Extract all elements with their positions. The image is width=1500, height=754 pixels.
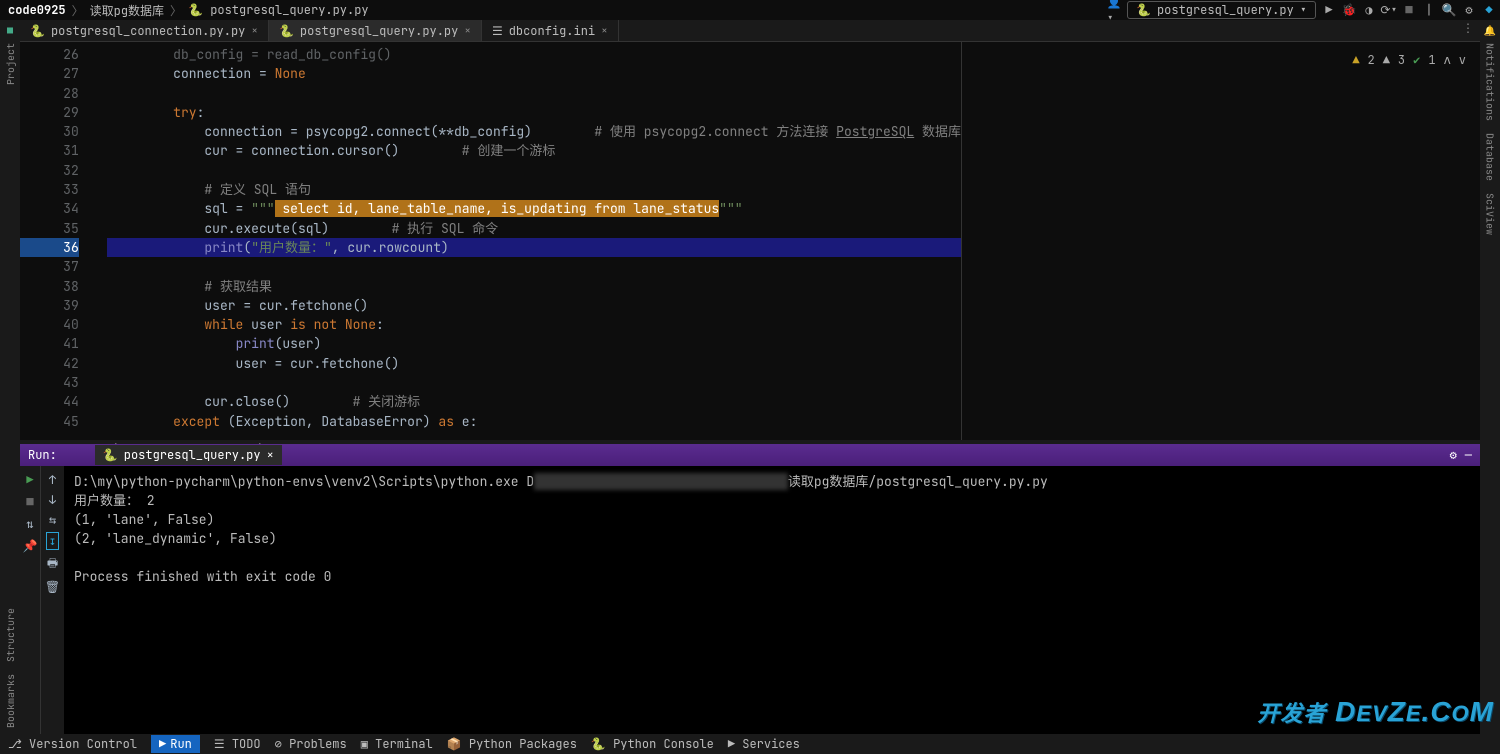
python-icon: 🐍 bbox=[1136, 2, 1151, 18]
ini-icon: ☰ bbox=[492, 23, 503, 39]
run-button[interactable]: ▶ bbox=[1322, 3, 1336, 17]
soft-wrap-icon[interactable]: ⇆ bbox=[49, 512, 56, 528]
project-icon[interactable]: ■ bbox=[7, 24, 13, 37]
label: Python Packages bbox=[469, 736, 577, 752]
sciview-tool[interactable]: SciView bbox=[1484, 193, 1497, 235]
settings-icon[interactable]: ⚙ bbox=[1462, 3, 1476, 17]
navigation-bar: code0925 〉 读取pg数据库 〉 🐍 postgresql_query.… bbox=[0, 0, 1500, 20]
watermark: 开发者 DEVZE.COM bbox=[1257, 696, 1494, 728]
down-icon[interactable]: ↓ bbox=[49, 492, 56, 508]
divider: | bbox=[1422, 3, 1436, 17]
trash-icon[interactable]: 🗑 bbox=[45, 579, 60, 595]
chevron-icon: 〉 bbox=[168, 2, 184, 19]
run-tab-label: postgresql_query.py bbox=[124, 447, 261, 463]
close-icon[interactable]: × bbox=[464, 24, 471, 38]
notifications-tool[interactable]: Notifications bbox=[1484, 43, 1497, 121]
close-icon[interactable]: × bbox=[601, 24, 608, 38]
warning-icon: ▲ bbox=[1352, 52, 1359, 68]
crumb-folder[interactable]: 读取pg数据库 bbox=[86, 2, 168, 19]
debug-button[interactable]: 🐞 bbox=[1342, 3, 1356, 17]
chevron-up-icon[interactable]: ʌ bbox=[1444, 52, 1451, 68]
stop-button[interactable]: ■ bbox=[1402, 3, 1416, 17]
tab-overflow-icon[interactable]: ⋮ bbox=[1456, 20, 1480, 41]
tab-postgresql-query[interactable]: 🐍 postgresql_query.py.py × bbox=[269, 20, 482, 41]
up-icon[interactable]: ↑ bbox=[49, 472, 56, 488]
coverage-button[interactable]: ◑ bbox=[1362, 3, 1376, 17]
run-tool-window: Run: 🐍 postgresql_query.py × ⚙ — ▶ ■ ⇅ 📌… bbox=[20, 444, 1480, 734]
code-area[interactable]: db_config = read_db_config() connection … bbox=[107, 42, 961, 440]
run-tool[interactable]: ▶ Run bbox=[151, 735, 200, 753]
scroll-to-end-icon[interactable]: ↧ bbox=[46, 532, 59, 550]
status-bar: ⎇ Version Control ▶ Run ☰ TODO ⊘ Problem… bbox=[0, 734, 1500, 754]
tab-label: postgresql_connection.py.py bbox=[51, 23, 245, 39]
inspections-widget[interactable]: ▲ 2 ▲ 3 ✔ 1 ʌ v bbox=[1352, 52, 1466, 68]
tab-postgresql-connection[interactable]: 🐍 postgresql_connection.py.py × bbox=[20, 20, 269, 41]
todo-tool[interactable]: ☰ TODO bbox=[214, 736, 261, 752]
tab-label: dbconfig.ini bbox=[509, 23, 595, 39]
bookmarks-tool[interactable]: Bookmarks bbox=[4, 674, 17, 728]
warning-count: 2 bbox=[1368, 52, 1375, 68]
run-toolbar-left2: ↑ ↓ ⇆ ↧ 🖶 🗑 bbox=[40, 466, 64, 734]
rerun-icon[interactable]: ▶ bbox=[26, 472, 33, 488]
run-config-selector[interactable]: 🐍 postgresql_query.py ▾ bbox=[1127, 1, 1316, 19]
project-tool[interactable]: Project bbox=[4, 43, 17, 85]
pin-icon[interactable]: 📌 bbox=[23, 538, 38, 554]
label: Python Console bbox=[613, 736, 714, 752]
code-editor[interactable]: 2627282930313233343536373839404142434445… bbox=[20, 42, 1480, 440]
structure-tool[interactable]: Structure bbox=[4, 608, 17, 662]
vcs-tool[interactable]: ⎇ Version Control bbox=[8, 736, 137, 752]
gear-icon[interactable]: ⚙ bbox=[1450, 447, 1457, 463]
label: TODO bbox=[232, 736, 261, 752]
python-icon: 🐍 bbox=[30, 23, 45, 39]
search-icon[interactable]: 🔍 bbox=[1442, 3, 1456, 17]
crumb-file[interactable]: 🐍 postgresql_query.py.py bbox=[184, 2, 373, 18]
user-icon[interactable]: 👤▾ bbox=[1107, 3, 1121, 17]
python-icon: 🐍 bbox=[188, 2, 203, 18]
editor-tabs: 🐍 postgresql_connection.py.py × 🐍 postgr… bbox=[20, 20, 1480, 42]
run-title: Run: bbox=[28, 447, 57, 463]
tab-dbconfig[interactable]: ☰ dbconfig.ini × bbox=[482, 20, 619, 41]
console-output[interactable]: D:\my\python-pycharm\python-envs\venv2\S… bbox=[64, 466, 1480, 734]
profile-button[interactable]: ⟳▾ bbox=[1382, 3, 1396, 17]
stop-icon[interactable]: ■ bbox=[26, 494, 33, 510]
left-tool-rail: ■ Project Structure Bookmarks bbox=[0, 20, 20, 734]
weak-warning-count: 3 bbox=[1398, 52, 1405, 68]
run-header: Run: 🐍 postgresql_query.py × ⚙ — bbox=[20, 444, 1480, 466]
terminal-tool[interactable]: ▣ Terminal bbox=[361, 736, 433, 752]
label: Version Control bbox=[29, 736, 137, 752]
python-console-tool[interactable]: 🐍 Python Console bbox=[591, 736, 714, 752]
python-packages-tool[interactable]: 📦 Python Packages bbox=[447, 736, 577, 752]
python-icon: 🐍 bbox=[103, 447, 118, 463]
right-tool-rail: 🔔 Notifications Database SciView bbox=[1480, 20, 1500, 734]
crumb-file-label: postgresql_query.py.py bbox=[210, 2, 368, 18]
layout-icon[interactable]: ⇅ bbox=[26, 516, 33, 532]
minimize-icon[interactable]: — bbox=[1465, 447, 1472, 463]
typo-count: 1 bbox=[1428, 52, 1435, 68]
tab-label: postgresql_query.py.py bbox=[300, 23, 458, 39]
line-gutter: 2627282930313233343536373839404142434445 bbox=[20, 42, 107, 440]
chevron-icon: 〉 bbox=[70, 2, 86, 19]
label: Terminal bbox=[375, 736, 433, 752]
label: Problems bbox=[289, 736, 347, 752]
notifications-icon[interactable]: 🔔 bbox=[1484, 24, 1496, 37]
services-tool[interactable]: ▶ Services bbox=[728, 736, 800, 752]
run-toolbar-left: ▶ ■ ⇅ 📌 bbox=[20, 466, 40, 734]
run-config-label: postgresql_query.py bbox=[1157, 2, 1294, 18]
label: Services bbox=[742, 736, 800, 752]
editor-right-pane: ▲ 2 ▲ 3 ✔ 1 ʌ v bbox=[961, 42, 1480, 440]
close-icon[interactable]: × bbox=[251, 24, 258, 38]
sync-icon[interactable]: ◆ bbox=[1482, 3, 1496, 17]
database-tool[interactable]: Database bbox=[1484, 133, 1497, 181]
label: Run bbox=[170, 736, 192, 752]
close-icon[interactable]: × bbox=[267, 447, 274, 463]
chevron-down-icon[interactable]: v bbox=[1459, 52, 1466, 68]
typo-icon: ✔ bbox=[1413, 52, 1420, 68]
print-icon[interactable]: 🖶 bbox=[47, 554, 58, 575]
crumb-project[interactable]: code0925 bbox=[4, 2, 70, 18]
run-tab[interactable]: 🐍 postgresql_query.py × bbox=[95, 445, 282, 465]
problems-tool[interactable]: ⊘ Problems bbox=[275, 736, 347, 752]
chevron-down-icon: ▾ bbox=[1300, 2, 1307, 18]
python-icon: 🐍 bbox=[279, 23, 294, 39]
weak-warning-icon: ▲ bbox=[1383, 52, 1390, 68]
